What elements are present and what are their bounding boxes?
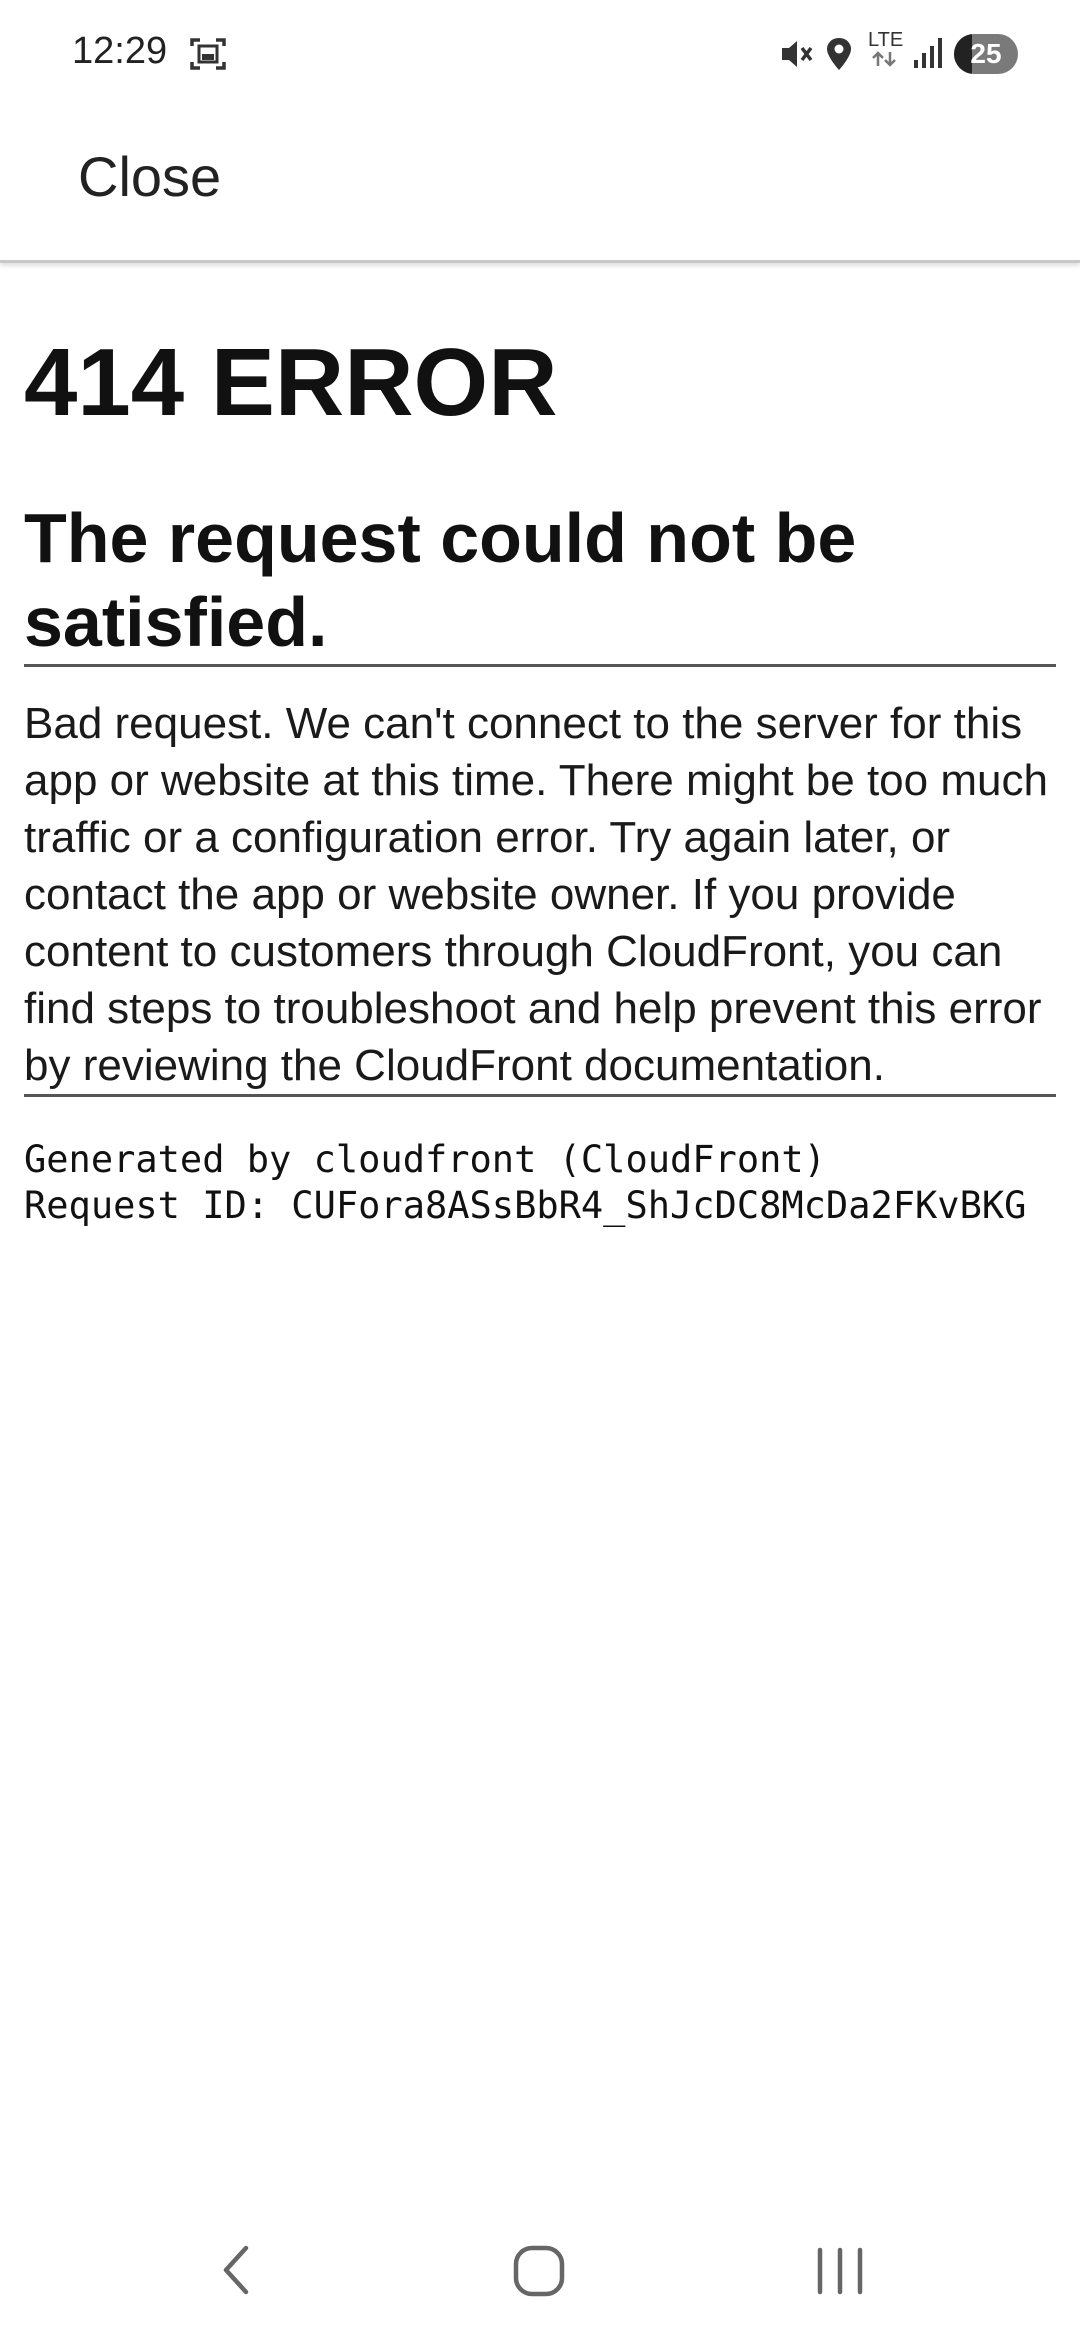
battery-level: 25 [970, 38, 1002, 69]
status-bar: 12:29 LTE 25 [0, 0, 1080, 108]
divider [24, 1094, 1056, 1097]
error-description: Bad request. We can't connect to the ser… [24, 699, 1048, 1090]
error-page: 414 ERROR The request could not be satis… [24, 262, 1056, 1229]
error-title: 414 ERROR [24, 329, 558, 436]
status-time: 12:29 [72, 30, 168, 72]
lte-icon: LTE [868, 30, 903, 72]
battery-icon: 25 [954, 34, 1018, 74]
signal-icon [912, 36, 944, 75]
error-subtitle: The request could not be satisfied. [24, 499, 857, 661]
close-button[interactable]: Close [78, 144, 221, 209]
app-bar: Close [0, 108, 1080, 263]
generated-by-text: Generated by cloudfront (CloudFront) [24, 1138, 826, 1181]
back-icon[interactable] [212, 2240, 260, 2305]
navigation-bar [0, 2200, 1080, 2340]
recents-icon[interactable] [812, 2240, 868, 2305]
screenshot-icon [188, 36, 228, 77]
request-id-text: Request ID: CUFora8ASsBbR4_ShJcDC8McDa2F… [24, 1184, 1027, 1227]
mute-icon [778, 36, 814, 77]
divider [24, 664, 1056, 667]
home-icon[interactable] [510, 2240, 570, 2305]
error-footer: Generated by cloudfront (CloudFront) Requ… [24, 1137, 1080, 1229]
location-icon [824, 36, 854, 77]
